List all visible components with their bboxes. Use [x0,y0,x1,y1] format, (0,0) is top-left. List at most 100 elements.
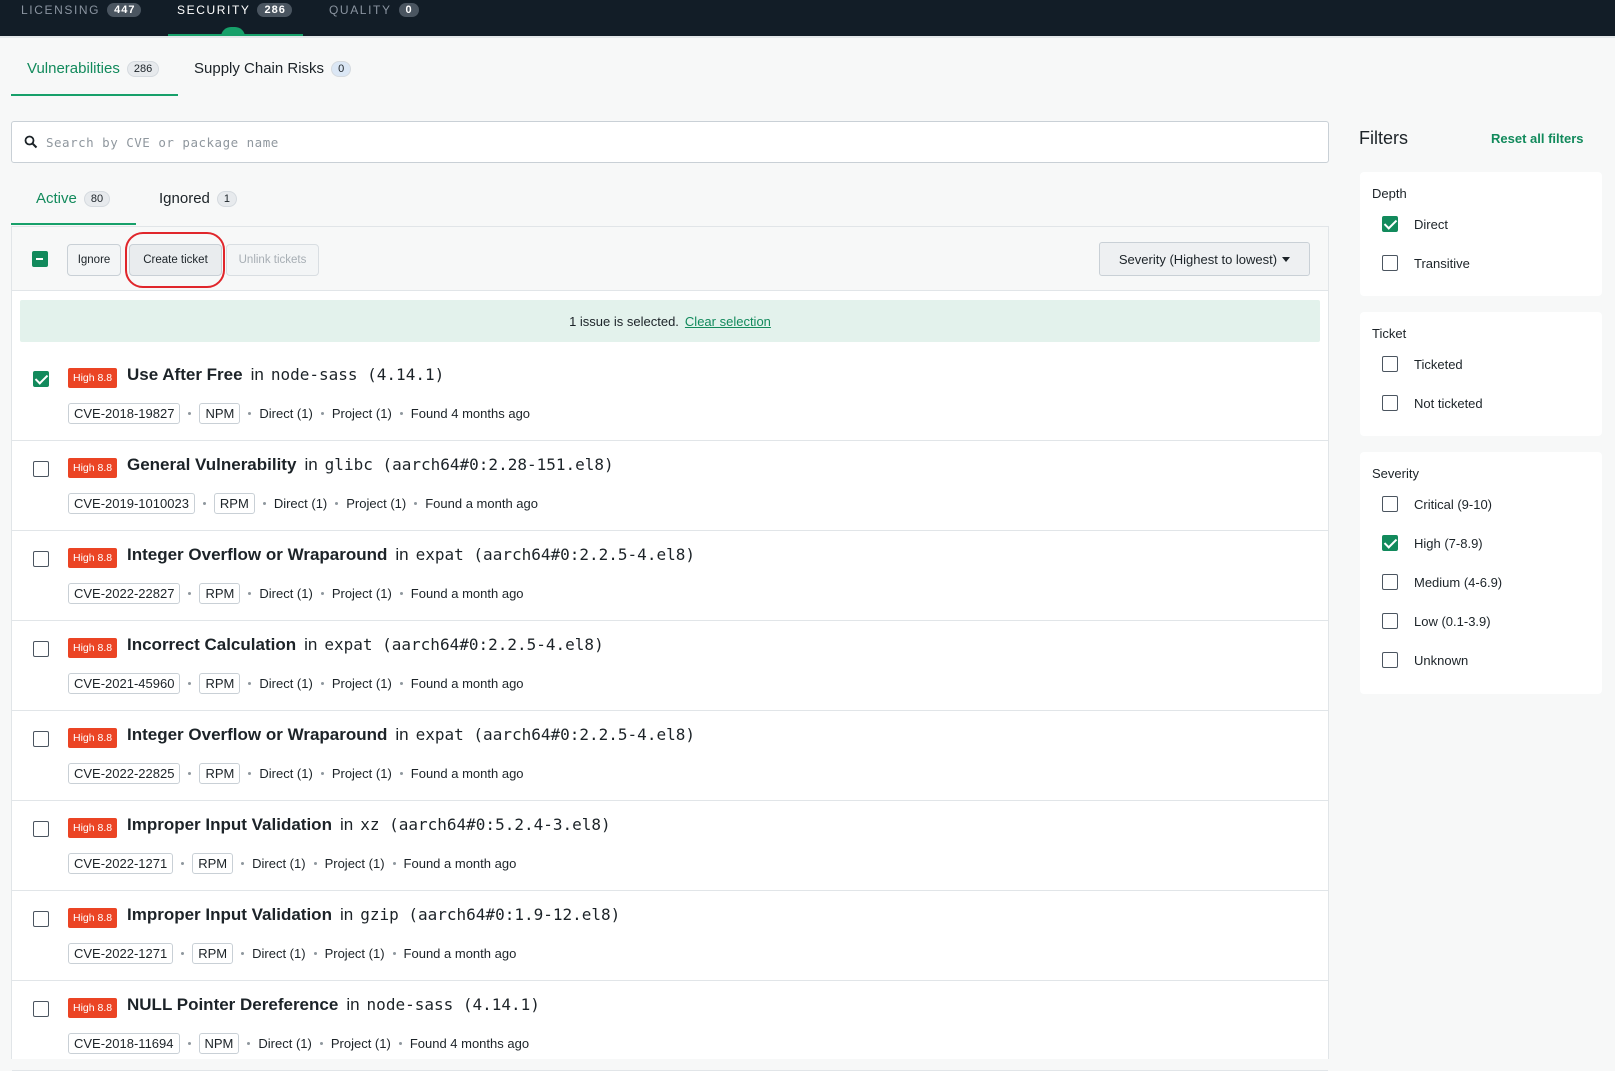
tab-active-underline [11,223,136,225]
row-checkbox[interactable] [33,821,49,837]
filter-group-ticket: Ticket Ticketed Not ticketed [1360,312,1602,436]
separator-dot [399,682,403,685]
found-text: Found a month ago [410,586,524,601]
filter-option-transitive[interactable]: Transitive [1382,255,1470,271]
row-checkbox[interactable] [33,641,49,657]
vulnerability-title[interactable]: Improper Input Validation [127,815,332,835]
depth-text: Direct (1) [273,496,328,511]
vulnerability-title[interactable]: General Vulnerability [127,455,296,475]
row-checkbox[interactable] [33,731,49,747]
filter-checkbox[interactable] [1382,216,1398,232]
vulnerability-title[interactable]: NULL Pointer Dereference [127,995,338,1015]
filter-option-label: Transitive [1414,255,1470,271]
separator-dot [181,952,185,955]
vulnerability-row[interactable]: High 8.8 Improper Input Validation in xz (a… [12,801,1328,891]
project-text: Project (1) [331,406,392,421]
row-checkbox[interactable] [33,371,49,387]
found-text: Found 4 months ago [410,406,531,421]
vulnerability-row[interactable]: High 8.8 Improper Input Validation in gzip … [12,891,1328,981]
filter-option-label: Not ticketed [1414,395,1483,411]
vulnerability-title[interactable]: Improper Input Validation [127,905,332,925]
vulnerability-row[interactable]: High 8.8 General Vulnerability in glibc (aa… [12,441,1328,531]
tab-active[interactable]: Active 80 [36,190,111,207]
depth-text: Direct (1) [259,406,313,421]
reset-filters-link[interactable]: Reset all filters [1491,131,1584,146]
package-name: gzip (aarch64#0:1.9-12.el8) [360,905,621,924]
vulnerability-title[interactable]: Integer Overflow or Wraparound [127,725,387,745]
topnav-label: QUALITY [329,3,392,17]
separator-dot [320,412,324,415]
filter-option-unknown[interactable]: Unknown [1382,652,1468,668]
search-icon [24,135,38,149]
found-text: Found a month ago [410,676,524,691]
filter-option-medium[interactable]: Medium (4-6.9) [1382,574,1502,590]
tab-ignored[interactable]: Ignored 1 [159,190,237,207]
unlink-tickets-button[interactable]: Unlink tickets [226,244,319,276]
ecosystem-tag: RPM [213,493,255,514]
filter-checkbox[interactable] [1382,395,1398,411]
tab-label: Vulnerabilities [27,60,120,77]
filter-checkbox[interactable] [1382,496,1398,512]
filter-group-title: Depth [1372,186,1407,201]
separator-dot [392,862,396,865]
separator-dot [319,1042,323,1045]
vulnerability-row[interactable]: High 8.8 Integer Overflow or Wraparound in… [12,531,1328,621]
vulnerability-heading: Use After Free in node-sass (4.14.1) [127,365,444,385]
row-checkbox[interactable] [33,911,49,927]
filter-checkbox[interactable] [1382,613,1398,629]
vulnerability-meta: CVE-2022-1271 RPM Direct (1) Project (1) Fou… [68,853,516,874]
create-ticket-button[interactable]: Create ticket [129,244,222,276]
vulnerability-title[interactable]: Integer Overflow or Wraparound [127,545,387,565]
selection-text: 1 issue is selected. [569,313,679,329]
depth-text: Direct (1) [258,1036,312,1051]
tab-label: Ignored [159,190,210,207]
vulnerability-title[interactable]: Use After Free [127,365,243,385]
vulnerability-title[interactable]: Incorrect Calculation [127,635,296,655]
separator-dot [398,1042,402,1045]
separator-dot [181,862,185,865]
filter-group-title: Ticket [1372,326,1407,341]
vulnerability-row[interactable]: High 8.8 Use After Free in node-sass (4.14.… [12,351,1328,441]
filter-checkbox[interactable] [1382,652,1398,668]
tab-supply-chain-risks[interactable]: Supply Chain Risks 0 [194,60,352,77]
sort-dropdown[interactable]: Severity (Highest to lowest) [1099,242,1310,276]
separator-dot [188,772,192,775]
filter-option-label: Critical (9-10) [1414,496,1493,512]
separator-dot [248,412,252,415]
vulnerability-heading: Improper Input Validation in gzip (aarch64… [127,905,620,925]
filters-title: Filters [1359,128,1408,148]
clear-selection-link[interactable]: Clear selection [685,314,771,329]
filter-option-low[interactable]: Low (0.1-3.9) [1382,613,1491,629]
vulnerability-row[interactable]: High 8.8 NULL Pointer Dereference in node-s… [12,981,1328,1071]
ignore-button[interactable]: Ignore [67,244,121,276]
severity-badge: High 8.8 [68,548,118,568]
search-input[interactable] [44,123,1328,161]
row-checkbox[interactable] [33,461,49,477]
in-label: in [346,995,360,1014]
topnav-licensing[interactable]: LICENSING 447 [21,0,142,36]
filter-group-severity: Severity Critical (9-10) High (7-8.9) Me… [1360,452,1602,694]
filter-option-not-ticketed[interactable]: Not ticketed [1382,395,1483,411]
separator-dot [399,592,403,595]
filter-option-high[interactable]: High (7-8.9) [1382,535,1483,551]
topnav-quality[interactable]: QUALITY 0 [329,0,419,36]
filter-checkbox[interactable] [1382,535,1398,551]
separator-dot [320,682,324,685]
filter-checkbox[interactable] [1382,255,1398,271]
vulnerability-row[interactable]: High 8.8 Integer Overflow or Wraparound in… [12,711,1328,801]
row-checkbox[interactable] [33,551,49,567]
vulnerability-meta: CVE-2021-45960 RPM Direct (1) Project (1) Fo… [68,673,524,694]
select-all-checkbox[interactable] [32,251,48,267]
row-checkbox[interactable] [33,1001,49,1017]
found-text: Found a month ago [403,946,517,961]
filter-checkbox[interactable] [1382,574,1398,590]
filter-option-direct[interactable]: Direct [1382,216,1448,232]
tab-vulnerabilities[interactable]: Vulnerabilities 286 [27,60,160,77]
project-text: Project (1) [331,766,392,781]
ecosystem-tag: NPM [198,1033,240,1054]
filter-option-ticketed[interactable]: Ticketed [1382,356,1463,372]
vulnerability-row[interactable]: High 8.8 Incorrect Calculation in expat (aa… [12,621,1328,711]
filter-option-critical[interactable]: Critical (9-10) [1382,496,1492,512]
filter-checkbox[interactable] [1382,356,1398,372]
project-text: Project (1) [330,1036,391,1051]
